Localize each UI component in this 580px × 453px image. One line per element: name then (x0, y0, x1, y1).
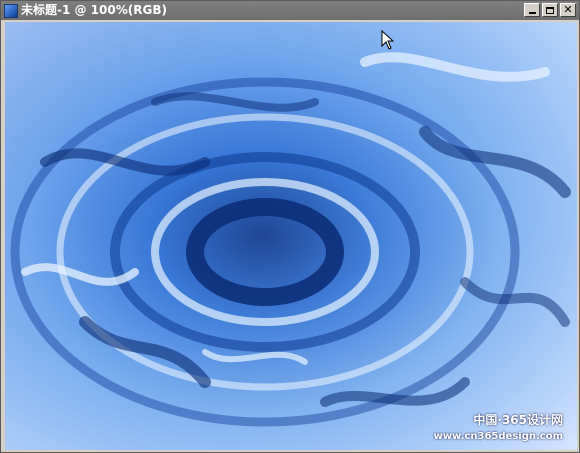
window-title: 未标题-1 @ 100%(RGB) (21, 3, 167, 17)
maximize-icon (546, 6, 554, 14)
image-canvas[interactable]: 中国·365设计网 www.cn365design.com (5, 22, 577, 450)
minimize-icon (528, 12, 536, 14)
mouse-cursor-icon (381, 30, 395, 50)
close-icon: ✕ (563, 3, 573, 16)
close-button[interactable]: ✕ (560, 3, 576, 17)
watermark-line1: 中国·365设计网 (473, 413, 563, 427)
water-ripple-image (5, 22, 577, 450)
window-titlebar[interactable]: 未标题-1 @ 100%(RGB) ✕ (1, 1, 579, 20)
window-controls: ✕ (524, 3, 576, 17)
watermark: 中国·365设计网 www.cn365design.com (431, 408, 571, 446)
watermark-line2: www.cn365design.com (433, 431, 563, 442)
document-window: 未标题-1 @ 100%(RGB) ✕ 中国·365设计网 www.cn365d… (0, 0, 580, 453)
maximize-button[interactable] (542, 3, 558, 17)
photoshop-document-icon (4, 3, 18, 18)
minimize-button[interactable] (524, 3, 540, 17)
